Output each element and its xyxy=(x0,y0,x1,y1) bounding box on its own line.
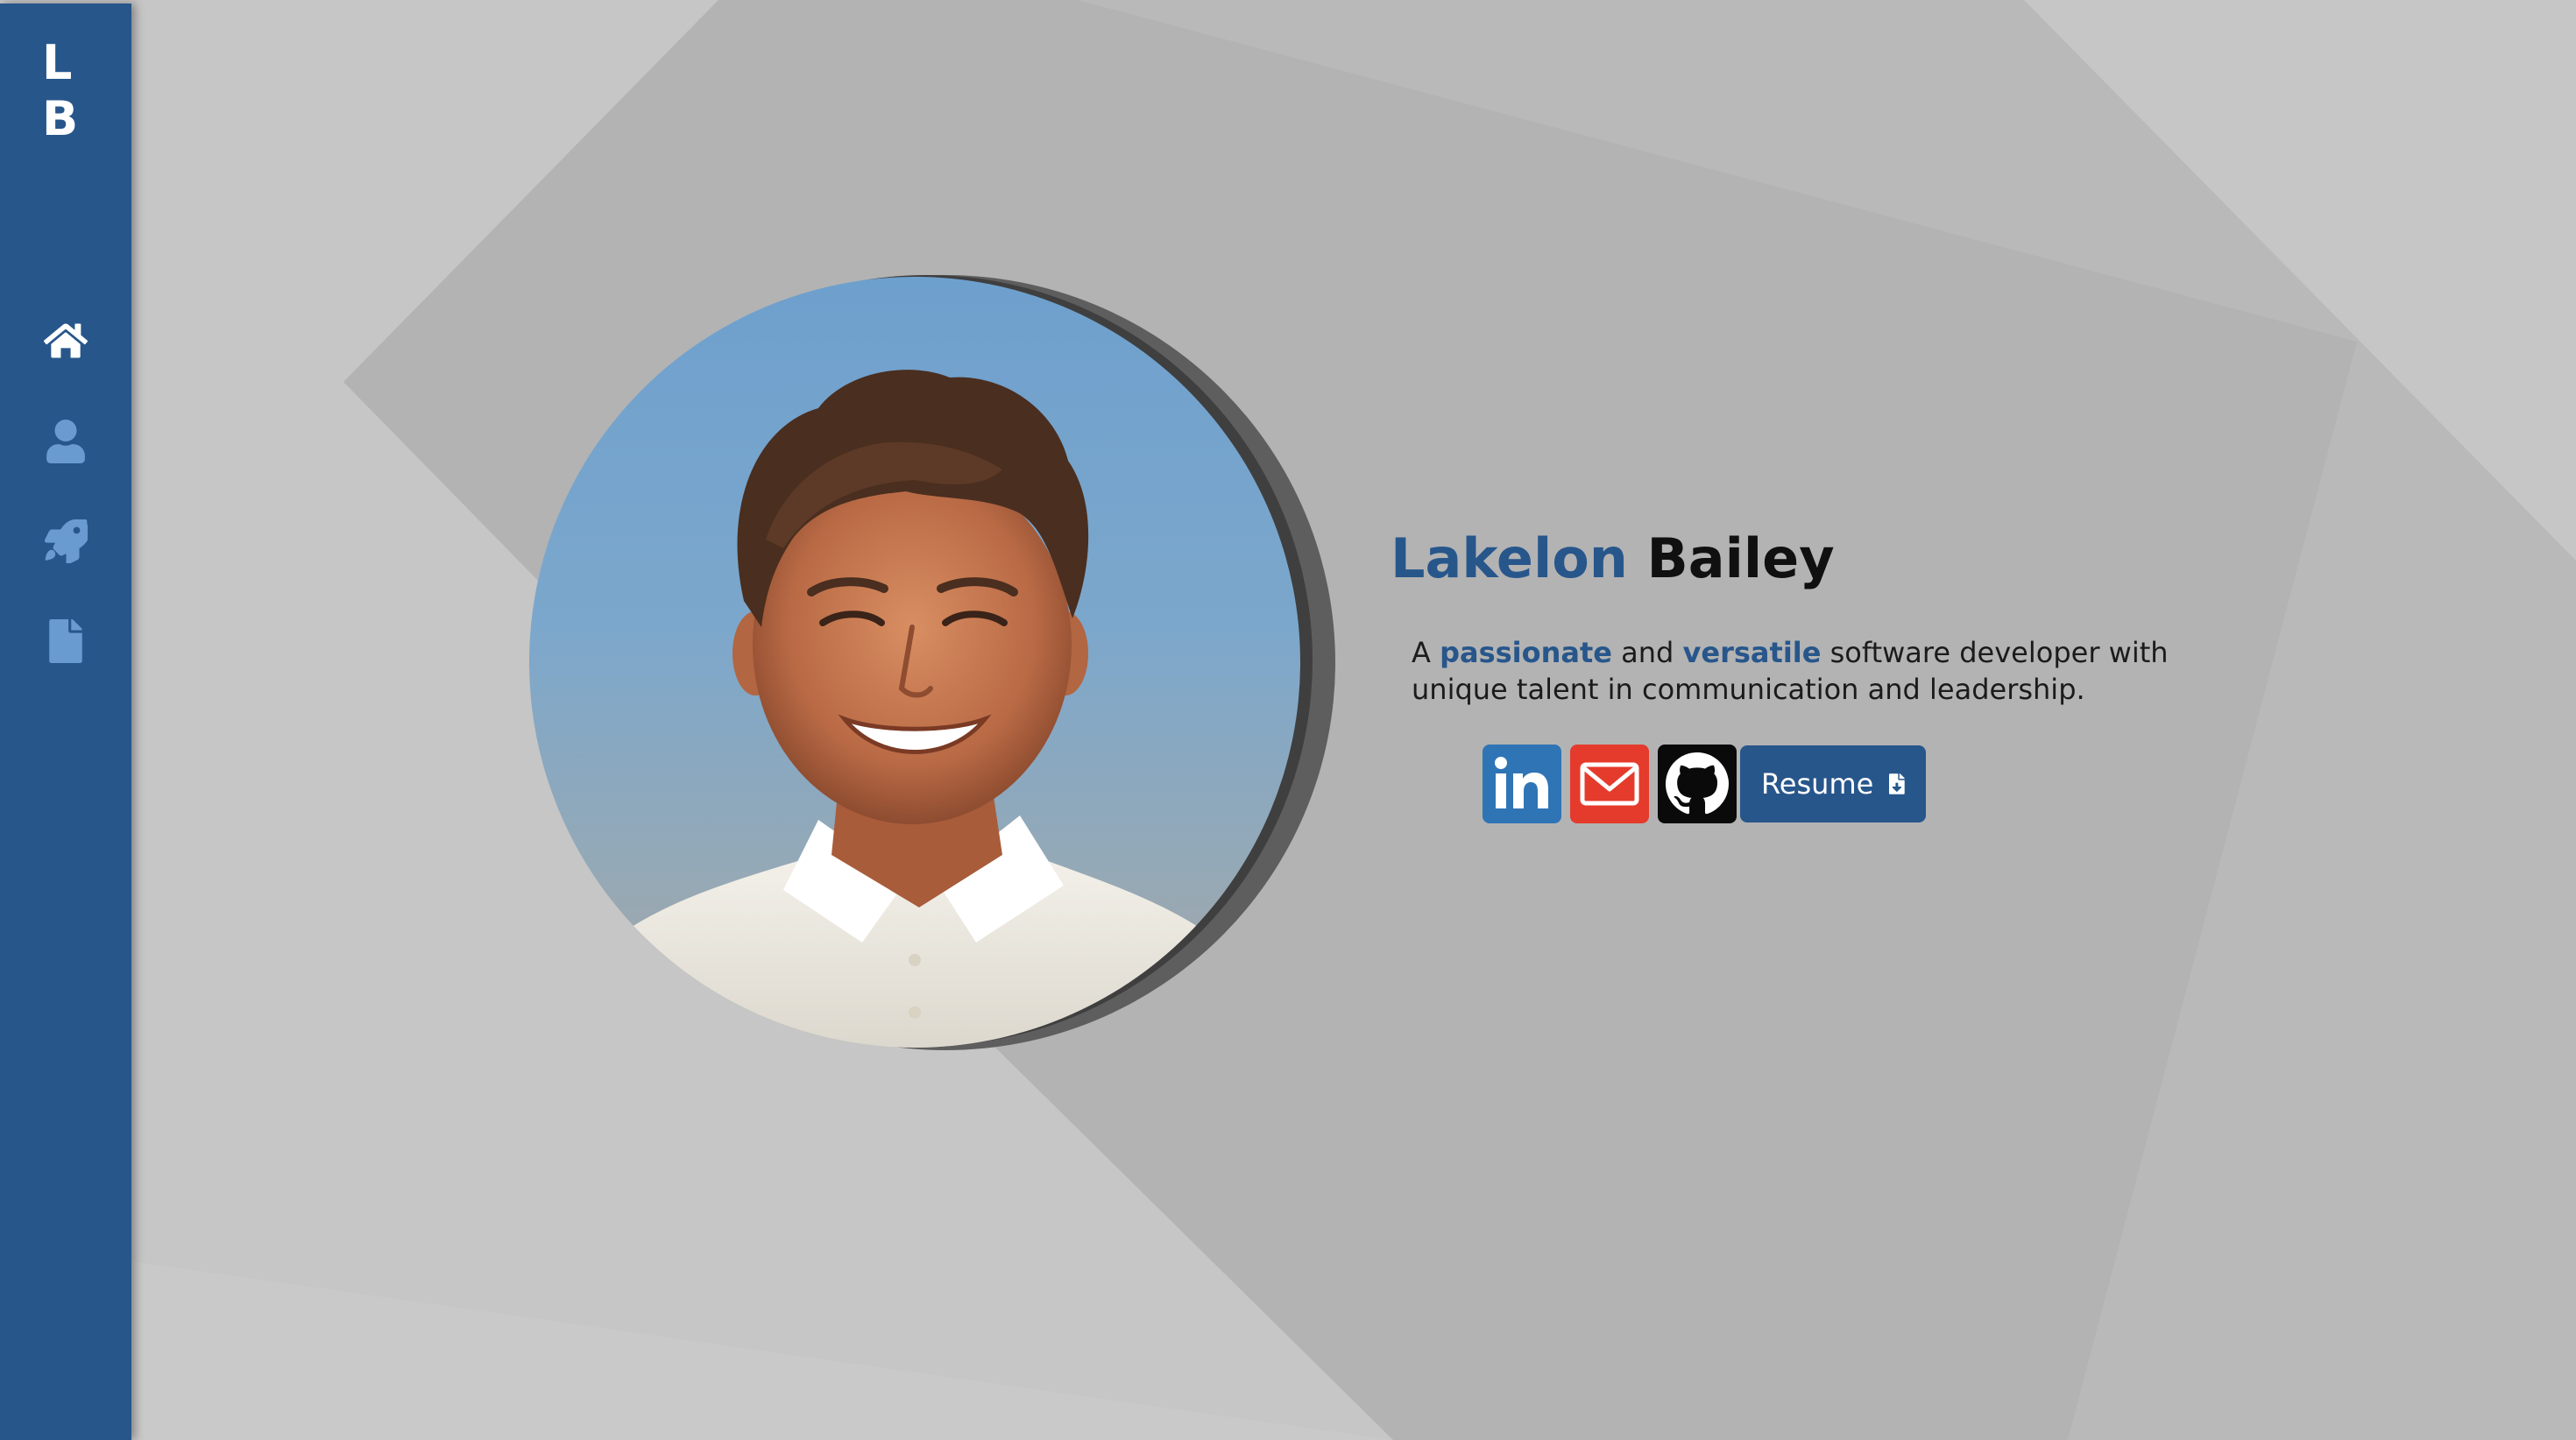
user-icon xyxy=(46,420,85,463)
profile-photo-illustration xyxy=(529,370,1300,1048)
github-button[interactable] xyxy=(1658,745,1737,823)
logo[interactable]: L B xyxy=(42,35,86,147)
last-name: Bailey xyxy=(1646,526,1835,590)
resume-button[interactable]: Resume xyxy=(1740,745,1926,822)
linkedin-button[interactable] xyxy=(1483,745,1561,823)
github-icon xyxy=(1666,752,1729,815)
portrait-frame xyxy=(529,275,1335,1050)
tagline-text-1: A xyxy=(1412,636,1440,669)
first-name: Lakelon xyxy=(1391,526,1628,590)
nav-home[interactable] xyxy=(39,314,92,367)
nav-resume[interactable] xyxy=(39,615,92,667)
logo-line-1: L xyxy=(42,35,73,90)
nav-projects[interactable] xyxy=(39,515,92,568)
file-icon xyxy=(49,619,82,663)
profile-photo xyxy=(529,277,1300,1048)
file-download-icon xyxy=(1889,773,1905,794)
sidebar: L B xyxy=(0,4,131,1440)
page-title: Lakelon Bailey xyxy=(1391,524,1835,594)
social-links: Resume xyxy=(1483,745,1926,823)
email-button[interactable] xyxy=(1570,745,1649,823)
tagline: A passionate and versatile software deve… xyxy=(1412,634,2200,708)
resume-button-label: Resume xyxy=(1761,767,1874,801)
tagline-highlight-versatile: versatile xyxy=(1682,636,1822,669)
linkedin-icon xyxy=(1495,757,1548,808)
rocket-icon xyxy=(44,519,88,563)
tagline-highlight-passionate: passionate xyxy=(1440,636,1612,669)
envelope-icon xyxy=(1580,762,1639,806)
nav-about[interactable] xyxy=(39,415,92,468)
logo-line-2: B xyxy=(42,91,79,146)
home-icon xyxy=(44,323,88,358)
tagline-text-2: and xyxy=(1611,636,1683,669)
